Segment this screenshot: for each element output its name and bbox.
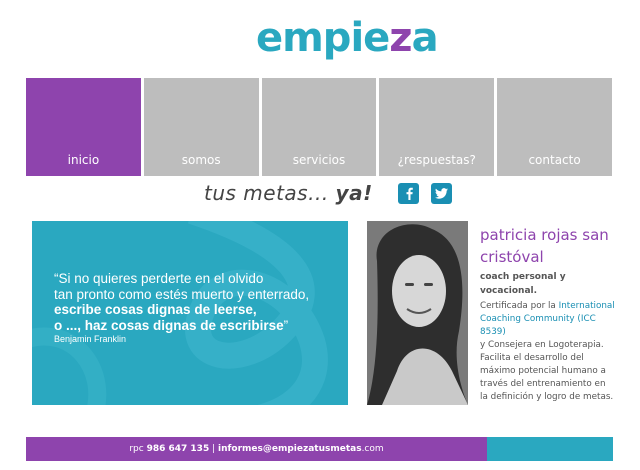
quote-author: Benjamin Franklin [54,334,127,344]
footer-accent-bar [487,437,613,461]
bio-section: patricia rojas san cristóval coach perso… [480,224,615,404]
footer-email[interactable]: informes@empiezatusmetas [218,444,362,454]
nav-item-respuestas[interactable]: ¿respuestas? [379,78,495,176]
quote-line: “Si no quieres perderte en el olvido [54,271,264,286]
nav-item-label: somos [181,153,221,167]
bio-text-end: y Consejera en Logoterapia. Facilita el … [480,340,614,402]
quote-line-bold: escribe cosas dignas de leerse, [54,302,257,317]
bio-name: patricia rojas san cristóval [480,226,609,266]
quote-line: tan pronto como estés muerto y enterrado… [54,286,310,302]
tagline: tus metas... ya! [204,181,373,205]
quote-text: “Si no quieres perderte en el olvido tan… [54,271,309,345]
footer-phone-prefix: rpc [129,444,147,454]
logo-text-part3: a [411,15,439,61]
tagline-light: tus metas... [204,181,336,205]
facebook-icon [406,187,413,200]
twitter-button[interactable] [431,183,452,204]
nav-item-label: inicio [67,153,100,167]
main-nav: inicio somos servicios ¿respuestas? cont… [26,78,612,176]
logo-text-part1: empie [256,15,390,61]
footer-phone: 986 647 135 [146,444,210,454]
nav-item-inicio[interactable]: inicio [26,78,141,176]
site-logo[interactable]: empieza [256,10,439,66]
nav-item-somos[interactable]: somos [143,78,259,176]
bio-role: coach personal y vocacional. [480,272,566,296]
footer-contact: rpc 986 647 135 | informes@empiezatusmet… [26,437,487,461]
nav-item-servicios[interactable]: servicios [261,78,377,176]
bio-text-start: Certificada por la [480,301,559,311]
logo-text-part2: z [389,15,412,61]
quote-banner: “Si no quieres perderte en el olvido tan… [32,221,348,405]
footer-separator: | [209,444,218,454]
person-silhouette [367,221,468,405]
nav-item-label: servicios [292,153,346,167]
quote-line-bold: o ..., haz cosas dignas de escribirse” [54,318,309,334]
profile-photo [367,221,468,405]
quote-line-bold-text: o ..., haz cosas dignas de escribirse [54,317,284,333]
tagline-bold: ya! [335,181,373,205]
nav-item-contacto[interactable]: contacto [497,78,612,176]
quote-close-mark: ” [283,317,289,333]
twitter-icon [435,188,448,199]
nav-item-label: ¿respuestas? [397,153,476,167]
facebook-button[interactable] [398,183,419,204]
footer-email-end: .com [361,444,384,454]
bio-text: Certificada por la International Coachin… [480,300,615,404]
nav-item-label: contacto [528,153,581,167]
